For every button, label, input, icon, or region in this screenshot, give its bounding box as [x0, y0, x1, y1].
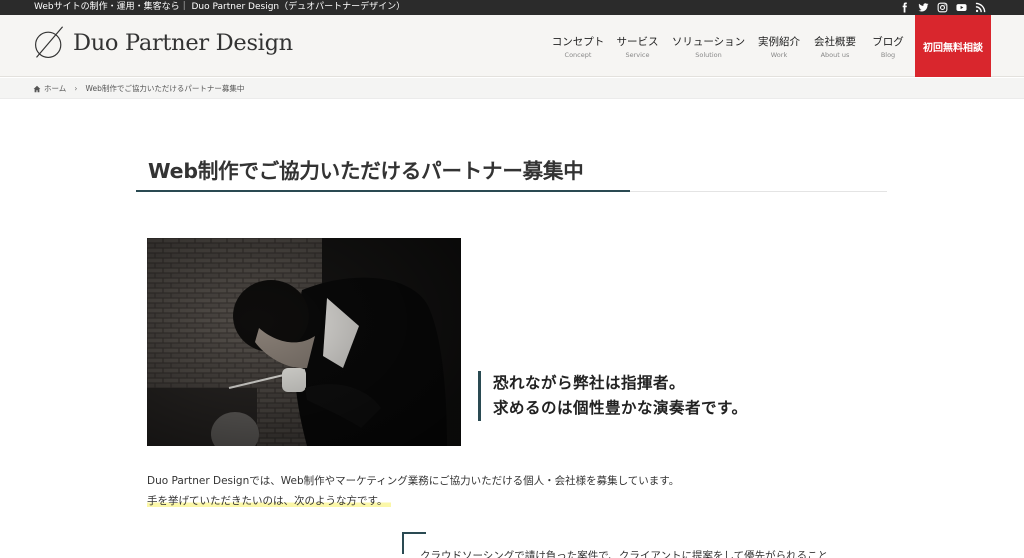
nav-item-about[interactable]: 会社概要 About us	[807, 15, 863, 77]
intro-line-1: Duo Partner Designでは、Web制作やマーケティング業務にご協力…	[147, 475, 680, 487]
instagram-icon[interactable]	[937, 2, 948, 13]
nav-item-service[interactable]: サービス Service	[609, 15, 666, 77]
nav-item-sublabel: Work	[770, 51, 788, 59]
nav-item-blog[interactable]: ブログ Blog	[863, 15, 913, 77]
rss-icon[interactable]	[975, 2, 986, 13]
breadcrumb-current: Web制作でご協力いただけるパートナー募集中	[85, 84, 245, 93]
title-accent-line	[136, 190, 630, 192]
nav-item-concept[interactable]: コンセプト Concept	[547, 15, 609, 77]
quote-line-2: 求めるのは個性豊かな演奏者です。	[493, 399, 748, 417]
main-nav: コンセプト Concept サービス Service ソリューション Solut…	[547, 15, 913, 77]
twitter-icon[interactable]	[918, 2, 929, 13]
conductor-photo	[147, 238, 461, 446]
top-bar: Webサイトの制作・運用・集客なら｜ Duo Partner Design（デュ…	[0, 0, 1024, 15]
breadcrumb-home-link[interactable]: ホーム	[44, 83, 66, 94]
free-consultation-button[interactable]: 初回無料相談	[915, 15, 991, 77]
breadcrumb: ホーム › Web制作でご協力いただけるパートナー募集中	[33, 83, 244, 94]
facebook-icon[interactable]	[899, 2, 910, 13]
logo-mark-icon	[35, 26, 64, 58]
nav-item-solution[interactable]: ソリューション Solution	[666, 15, 751, 77]
breadcrumb-bar: ホーム › Web制作でご協力いただけるパートナー募集中	[0, 78, 1024, 99]
nav-item-work[interactable]: 実例紹介 Work	[751, 15, 807, 77]
nav-item-sublabel: Concept	[564, 51, 592, 59]
nav-item-sublabel: Service	[625, 51, 650, 59]
nav-item-sublabel: Blog	[880, 51, 896, 59]
social-links	[899, 2, 986, 13]
nav-item-label: サービス	[616, 36, 659, 48]
conductor-quote: 恐れながら弊社は指揮者。 求めるのは個性豊かな演奏者です。	[478, 371, 747, 421]
nav-item-label: 実例紹介	[758, 36, 800, 48]
site-tagline: Webサイトの制作・運用・集客なら｜ Duo Partner Design（デュ…	[34, 2, 406, 12]
nav-item-sublabel: Solution	[695, 51, 722, 59]
youtube-icon[interactable]	[956, 2, 967, 13]
logo-text: Duo Partner Design	[73, 30, 293, 56]
intro-text: Duo Partner Designでは、Web制作やマーケティング業務にご協力…	[147, 471, 679, 511]
home-icon	[33, 85, 41, 92]
quote-line-1: 恐れながら弊社は指揮者。	[493, 374, 686, 392]
nav-item-label: コンセプト	[551, 36, 605, 48]
nav-item-label: 会社概要	[814, 36, 856, 48]
nav-item-label: ソリューション	[671, 36, 746, 48]
intro-highlight: 手を挙げていただきたいのは、次のような方です。	[147, 495, 392, 507]
nav-item-label: ブログ	[872, 36, 904, 48]
site-header: Duo Partner Design コンセプト Concept サービス Se…	[0, 15, 1024, 77]
nav-item-sublabel: About us	[820, 51, 850, 59]
page-title: Web制作でご協力いただけるパートナー募集中	[148, 159, 584, 183]
requirement-text: クラウドソーシングで請け負った案件で、クライアントに提案をして優先がられること	[420, 550, 829, 558]
chevron-right-icon: ›	[74, 84, 78, 93]
site-logo[interactable]: Duo Partner Design	[32, 25, 293, 61]
